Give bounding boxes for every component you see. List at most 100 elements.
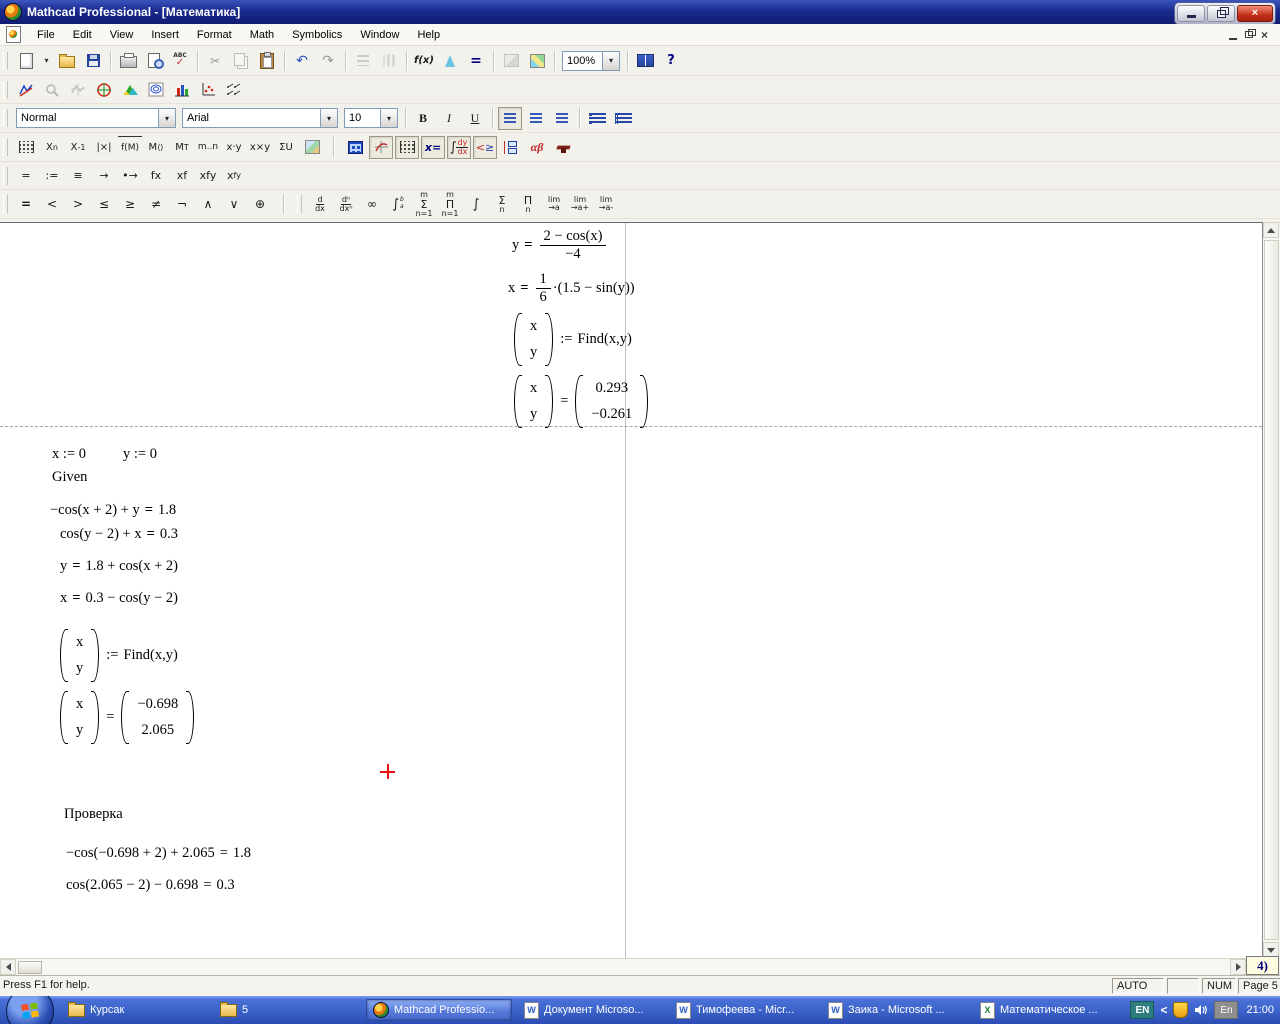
italic-button[interactable]: I (437, 107, 461, 130)
summation-button[interactable]: m Σn=1 (412, 190, 436, 217)
less-equal-button[interactable]: ≤ (92, 193, 116, 216)
vectorfield-plot-button[interactable] (222, 78, 246, 101)
range-product-button[interactable]: Πn (516, 193, 540, 216)
cut-button[interactable]: ✂ (203, 49, 227, 72)
prefix-operator-button[interactable]: fx (144, 164, 168, 187)
scroll-up-button[interactable] (1263, 222, 1279, 238)
vertical-scrollbar[interactable] (1263, 222, 1280, 958)
align-regions-down-button[interactable] (377, 49, 401, 72)
derivative-button[interactable]: d dx (308, 193, 332, 216)
mdi-close-button[interactable]: × (1261, 29, 1268, 41)
bullet-list-button[interactable] (585, 107, 609, 130)
programming-palette-button[interactable] (499, 136, 523, 159)
limit-left-button[interactable]: lim →a- (594, 193, 618, 216)
symbolic-keyword-button[interactable]: •→ (118, 164, 142, 187)
postfix-operator-button[interactable]: xf (170, 164, 194, 187)
math-region-init-x[interactable]: x := 0 (52, 446, 86, 463)
vertical-scroll-thumb[interactable] (1264, 240, 1279, 940)
nth-derivative-button[interactable]: dⁿ dxⁿ (334, 193, 358, 216)
toolbar-grip[interactable] (3, 166, 8, 185)
security-tray-icon[interactable] (1173, 1002, 1189, 1018)
font-size-dropdown-icon[interactable]: ▾ (380, 109, 397, 127)
and-button[interactable]: ∧ (196, 193, 220, 216)
contour-plot-button[interactable] (144, 78, 168, 101)
align-left-button[interactable] (498, 106, 522, 130)
cross-product-button[interactable]: x×y (248, 136, 272, 159)
align-right-button[interactable] (550, 107, 574, 130)
print-preview-button[interactable] (142, 49, 166, 72)
indefinite-integral-button[interactable]: ∫ (464, 193, 488, 216)
math-region-find-assign[interactable]: xy := Find(x,y) (512, 313, 632, 366)
horizontal-scroll-thumb[interactable] (18, 961, 42, 974)
symbolic-palette-button[interactable] (551, 136, 575, 159)
vector-sum-button[interactable]: ΣU (274, 136, 298, 159)
toolbar-grip[interactable] (3, 51, 8, 70)
menu-help[interactable]: Help (408, 26, 449, 44)
math-region-y-equation[interactable]: y = 2 − cos(x) −4 (512, 228, 608, 263)
math-region-find-result[interactable]: xy = 0.293 −0.261 (512, 375, 650, 428)
mathconnex-button[interactable] (525, 49, 549, 72)
toolbar-grip[interactable] (3, 109, 8, 127)
xy-plot-button[interactable] (14, 78, 38, 101)
align-regions-across-button[interactable] (351, 49, 375, 72)
resource-center-button[interactable] (633, 49, 657, 72)
menu-view[interactable]: View (101, 26, 143, 44)
math-region-constraint-4[interactable]: x = 0.3 − cos(y − 2) (60, 590, 178, 607)
menu-edit[interactable]: Edit (64, 26, 101, 44)
taskbar-item-word-doc2[interactable]: W Тимофеева - Micr... (670, 999, 816, 1021)
determinant-button[interactable]: |×| (92, 136, 116, 159)
taskbar-item-excel[interactable]: X Математическое ... (974, 999, 1120, 1021)
language-indicator-secondary[interactable]: En (1214, 1001, 1239, 1019)
paste-button[interactable] (255, 49, 279, 72)
boolean-palette-button[interactable]: < ≥ (473, 135, 497, 159)
scatter-plot-button[interactable] (196, 78, 220, 101)
not-button[interactable]: ¬ (170, 193, 194, 216)
symbolic-evaluate-button[interactable]: → (92, 164, 116, 187)
mdi-minimize-button[interactable] (1228, 37, 1237, 40)
subscript-button[interactable]: Xn (40, 136, 64, 159)
math-region-constraint-1[interactable]: −cos(x + 2) + y = 1.8 (50, 502, 176, 519)
mdi-restore-button[interactable] (1244, 29, 1256, 38)
menu-insert[interactable]: Insert (142, 26, 188, 44)
insert-component-button[interactable] (499, 49, 523, 72)
math-region-constraint-3[interactable]: y = 1.8 + cos(x + 2) (60, 558, 178, 575)
menu-symbolics[interactable]: Symbolics (283, 26, 351, 44)
menu-file[interactable]: File (28, 26, 64, 44)
worksheet[interactable]: y = 2 − cos(x) −4 x = 16 ·(1.5 − sin(y)) xy… (0, 222, 1263, 958)
global-assign-button[interactable]: ≡ (66, 164, 90, 187)
matrix-column-button[interactable]: M ⟨⟩ (144, 136, 168, 159)
math-region-check-1[interactable]: −cos(−0.698 + 2) + 2.065 = 1.8 (66, 845, 251, 862)
bar3d-plot-button[interactable] (170, 78, 194, 101)
zoom-plot-button[interactable] (40, 78, 64, 101)
greek-palette-button[interactable]: αβ (525, 136, 549, 159)
numbered-list-button[interactable] (611, 107, 635, 130)
copy-button[interactable] (229, 49, 253, 72)
evaluation-palette-button[interactable]: x= (421, 135, 445, 159)
scroll-right-button[interactable] (1230, 959, 1246, 975)
text-region-check-title[interactable]: Проверка (64, 806, 123, 823)
treefix-operator-button[interactable]: xfy (222, 164, 246, 187)
graph-palette-button[interactable] (369, 135, 393, 159)
underline-button[interactable]: U (463, 107, 487, 130)
horizontal-scrollbar[interactable] (0, 958, 1246, 975)
start-button[interactable] (6, 996, 54, 1024)
style-dropdown-icon[interactable]: ▾ (158, 109, 175, 127)
bool-equals-button[interactable]: = (14, 193, 38, 216)
insert-matrix-button[interactable] (14, 136, 38, 159)
help-button[interactable]: ? (659, 49, 683, 72)
volume-icon[interactable] (1194, 1003, 1208, 1017)
bold-button[interactable]: B (411, 107, 435, 130)
polar-plot-button[interactable] (92, 78, 116, 101)
greater-than-button[interactable]: > (66, 193, 90, 216)
menu-math[interactable]: Math (241, 26, 283, 44)
insert-function-button[interactable]: f(x) (412, 49, 436, 72)
taskbar-item-kursak[interactable]: Курсак (62, 999, 208, 1021)
new-document-button[interactable] (14, 49, 38, 72)
insert-picture-button[interactable] (300, 136, 324, 159)
evaluate-equals-button[interactable]: = (14, 164, 38, 187)
close-button[interactable]: × (1237, 5, 1273, 22)
xor-button[interactable]: ⊕ (248, 193, 272, 216)
not-equal-button[interactable]: ≠ (144, 193, 168, 216)
calculus-palette-button[interactable]: ∫ dy dx (447, 135, 471, 159)
math-region-find-result-2[interactable]: xy = −0.698 2.065 (58, 691, 196, 744)
